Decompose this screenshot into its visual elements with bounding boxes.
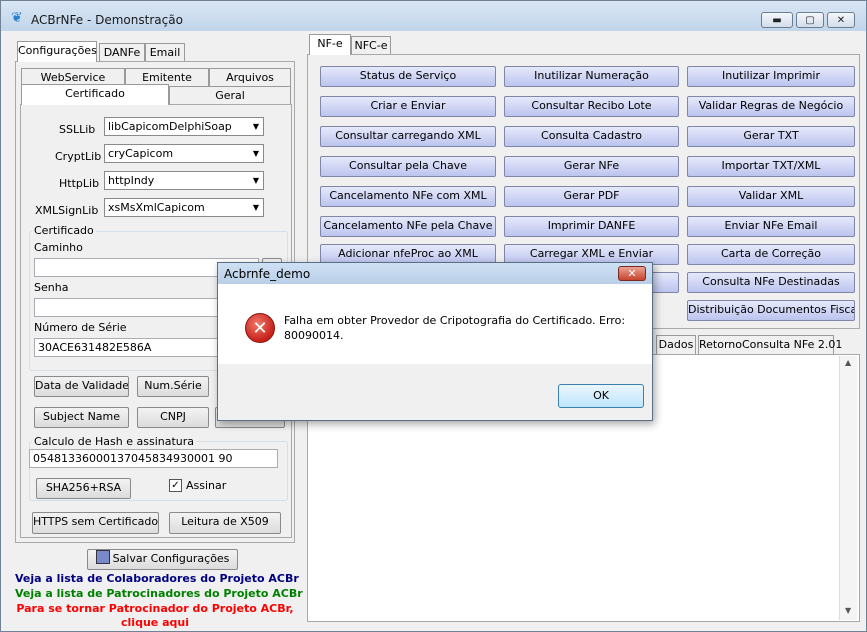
nfe-button-inutilizar-imprimir[interactable]: Inutilizar Imprimir [687,66,855,87]
num-serie-button[interactable]: Num.Série [137,376,209,397]
nfe-button-gerar-pdf[interactable]: Gerar PDF [504,186,679,207]
assinar-checkbox[interactable]: ✓ [169,479,182,492]
chevron-down-icon: ▼ [252,149,259,158]
chevron-down-icon: ▼ [252,203,259,212]
sha256-rsa-button[interactable]: SHA256+RSA [36,478,131,499]
nfe-button-gerar-txt[interactable]: Gerar TXT [687,126,855,147]
nfe-button-consulta-cadastro[interactable]: Consulta Cadastro [504,126,679,147]
main-window: ❦ ACBrNFe - Demonstração ▬ ▢ ✕ Configura… [0,0,867,632]
cryptlib-value: cryCapicom [108,147,174,160]
patrocinadores-link[interactable]: Veja a lista de Patrocinadores do Projet… [15,587,303,600]
memo-scrollbar[interactable]: ▲ ▼ [839,356,857,620]
nfe-button-consultar-recibo-lote[interactable]: Consultar Recibo Lote [504,96,679,117]
title-bar[interactable]: ❦ ACBrNFe - Demonstração ▬ ▢ ✕ [1,1,866,31]
assinar-label: Assinar [186,479,227,492]
minimize-button[interactable]: ▬ [761,12,793,28]
nfe-button-validar-xml[interactable]: Validar XML [687,186,855,207]
caminho-label: Caminho [34,241,83,254]
cryptlib-label: CryptLib [55,150,102,163]
error-dialog: Acbrnfe_demo ✕ ✕ Falha em obter Provedor… [217,262,653,421]
httplib-label: HttpLib [59,177,100,190]
httplib-value: httpIndy [108,174,155,187]
colaboradores-link[interactable]: Veja a lista de Colaboradores do Projeto… [15,572,299,585]
nfe-button-inutilizar-numeracao[interactable]: Inutilizar Numeração [504,66,679,87]
nfe-button-enviar-nfe-email[interactable]: Enviar NFe Email [687,216,855,237]
tab-nfe[interactable]: NF-e [309,34,351,55]
xmlsignlib-value: xsMsXmlCapicom [108,201,205,214]
certificado-group-label: Certificado [32,224,96,237]
senha-label: Senha [34,281,69,294]
tab-dados[interactable]: Dados [656,335,696,354]
dialog-close-button[interactable]: ✕ [618,266,646,281]
nfe-button-status-de-servico[interactable]: Status de Serviço [320,66,496,87]
app-icon: ❦ [11,10,23,26]
xmlsignlib-label: XMLSignLib [35,204,99,217]
nfe-button-cancelamento-nfe-pela-chave[interactable]: Cancelamento NFe pela Chave [320,216,496,237]
tornar-patrocinador-link[interactable]: Para se tornar Patrocinador do Projeto A… [15,602,295,615]
subject-name-button[interactable]: Subject Name [34,407,129,428]
nfe-button-importar-txt-xml[interactable]: Importar TXT/XML [687,156,855,177]
tab-configuracoes[interactable]: Configurações [17,41,97,62]
ssllib-value: libCapicomDelphiSoap [108,120,232,133]
ok-button[interactable]: OK [558,384,644,408]
data-validade-button[interactable]: Data de Validade [34,376,129,397]
error-icon: ✕ [245,313,275,343]
ssllib-label: SSLLib [59,123,96,136]
xmlsignlib-select[interactable]: xsMsXmlCapicom ▼ [104,198,264,217]
https-sem-certificado-button[interactable]: HTTPS sem Certificado [32,512,159,534]
cryptlib-select[interactable]: cryCapicom ▼ [104,144,264,163]
nfe-button-consulta-nfe-destinadas[interactable]: Consulta NFe Destinadas [687,272,855,293]
tab-geral[interactable]: Geral [169,86,291,105]
nfe-button-imprimir-danfe[interactable]: Imprimir DANFE [504,216,679,237]
tab-certificado[interactable]: Certificado [21,84,169,105]
nfe-button-gerar-nfe[interactable]: Gerar NFe [504,156,679,177]
tab-nfce[interactable]: NFC-e [351,36,391,55]
dialog-message: Falha em obter Provedor de Cripotografia… [284,314,626,342]
nfe-button-cancelamento-nfe-com-xml[interactable]: Cancelamento NFe com XML [320,186,496,207]
numero-serie-label: Número de Série [34,321,127,334]
hash-input[interactable]: 05481336000137045834930001 90 [29,449,278,468]
salvar-label: Salvar Configurações [112,552,230,565]
nfe-button-carta-de-correcao[interactable]: Carta de Correção [687,244,855,265]
chevron-down-icon: ▼ [252,176,259,185]
close-button[interactable]: ✕ [827,12,855,28]
cnpj-button[interactable]: CNPJ [137,407,209,428]
save-icon [95,550,110,564]
nfe-button-validar-regras-de-negocio[interactable]: Validar Regras de Negócio [687,96,855,117]
clique-aqui-link[interactable]: clique aqui [15,616,295,629]
dialog-title: Acbrnfe_demo [224,267,311,281]
tab-retorno-consulta[interactable]: RetornoConsulta NFe 2.01 [698,335,842,354]
dialog-title-bar[interactable]: Acbrnfe_demo ✕ [218,263,652,284]
hash-group-label: Calculo de Hash e assinatura [32,435,197,448]
nfe-button-criar-e-enviar[interactable]: Criar e Enviar [320,96,496,117]
scroll-down-icon[interactable]: ▼ [845,606,851,615]
salvar-configuracoes-button[interactable]: Salvar Configurações [87,549,238,570]
tab-danfe[interactable]: DANFe [99,43,145,62]
window-title: ACBrNFe - Demonstração [31,13,183,27]
chevron-down-icon: ▼ [252,122,259,131]
ssllib-select[interactable]: libCapicomDelphiSoap ▼ [104,117,264,136]
httplib-select[interactable]: httpIndy ▼ [104,171,264,190]
nfe-button-distribuicao-documentos-fiscais[interactable]: Distribuição Documentos Fiscais [687,300,855,321]
tab-arquivos[interactable]: Arquivos [209,68,291,87]
scroll-up-icon[interactable]: ▲ [845,358,851,367]
dialog-body: ✕ Falha em obter Provedor de Cripotograf… [218,284,652,364]
maximize-button[interactable]: ▢ [796,12,824,28]
tab-email[interactable]: Email [145,43,185,62]
nfe-button-consultar-pela-chave[interactable]: Consultar pela Chave [320,156,496,177]
leitura-x509-button[interactable]: Leitura de X509 [169,512,281,534]
nfe-button-consultar-carregando-xml[interactable]: Consultar carregando XML [320,126,496,147]
